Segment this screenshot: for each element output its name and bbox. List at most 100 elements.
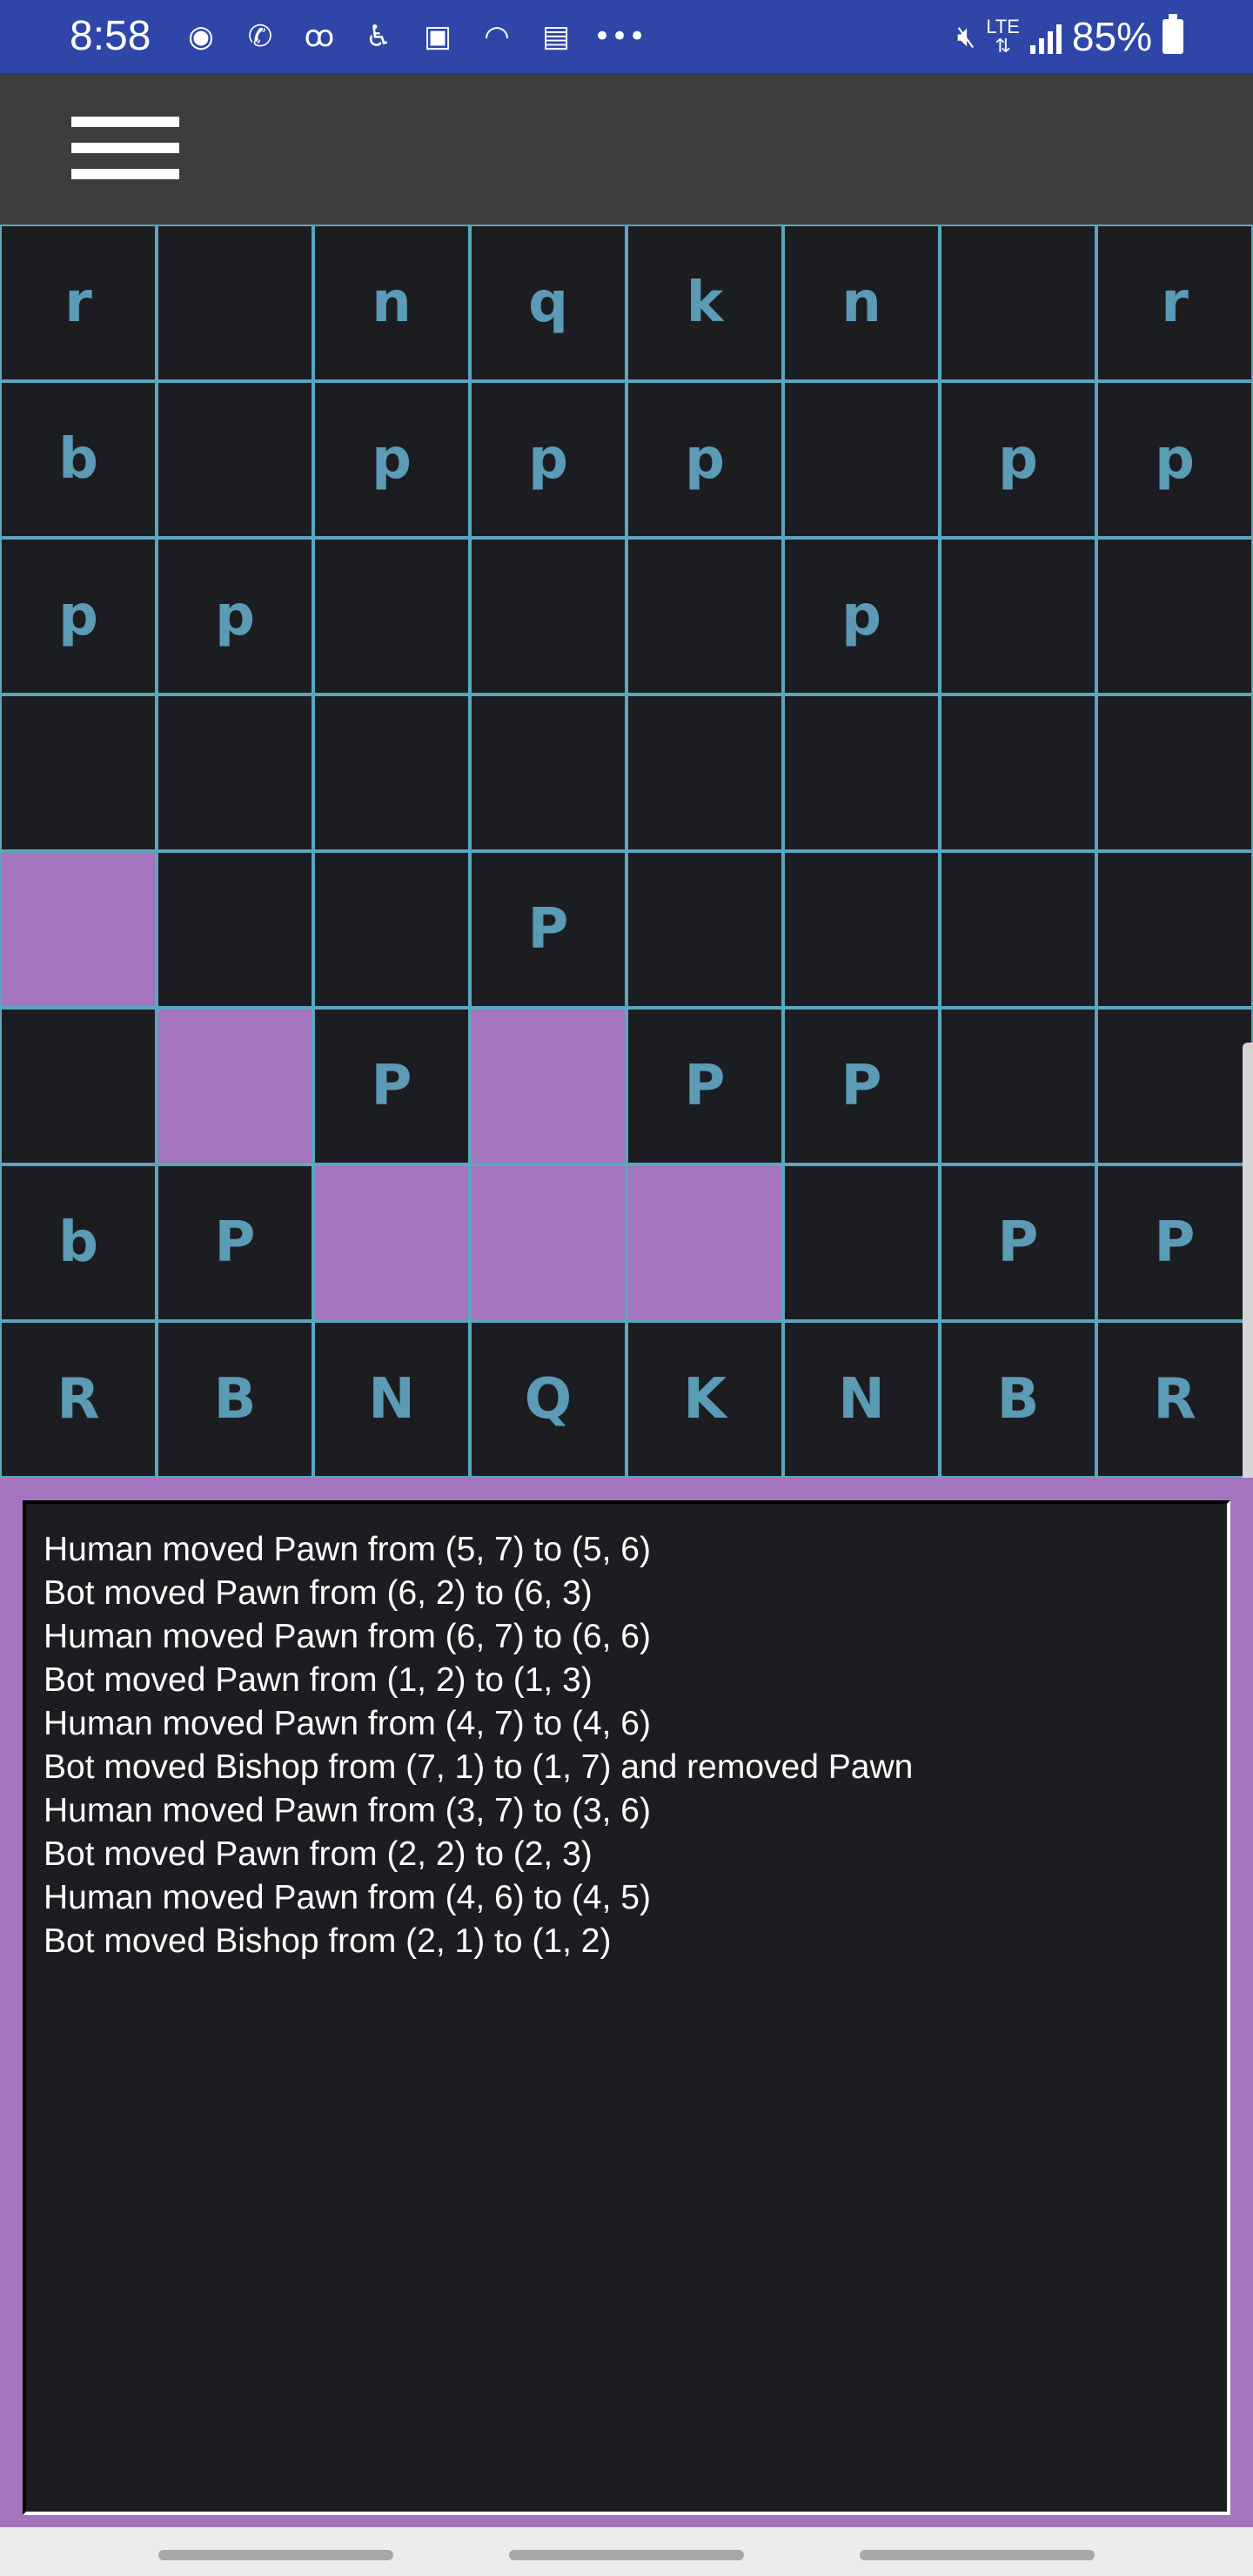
board-square[interactable]: [783, 694, 940, 851]
log-line: Human moved Pawn from (3, 7) to (3, 6): [44, 1792, 651, 1829]
board-square[interactable]: [783, 1164, 940, 1321]
board-square[interactable]: [470, 694, 626, 851]
chess-piece: P: [1154, 1211, 1196, 1275]
scrollbar[interactable]: [1243, 1043, 1253, 1530]
board-square[interactable]: [313, 538, 470, 694]
board-square[interactable]: N: [783, 1321, 940, 1478]
board-square[interactable]: [1096, 1008, 1253, 1164]
board-square[interactable]: R: [1096, 1321, 1253, 1478]
board-square[interactable]: [470, 1008, 626, 1164]
board-square[interactable]: Q: [470, 1321, 626, 1478]
board-square[interactable]: n: [313, 225, 470, 381]
chess-piece: r: [64, 271, 92, 335]
board-square[interactable]: P: [157, 1164, 313, 1321]
board-square[interactable]: p: [470, 381, 626, 538]
board-square[interactable]: [470, 538, 626, 694]
board-square[interactable]: N: [313, 1321, 470, 1478]
board-square[interactable]: n: [783, 225, 940, 381]
board-square[interactable]: [1096, 538, 1253, 694]
hamburger-menu-icon[interactable]: [71, 117, 179, 179]
log-line: Bot moved Bishop from (7, 1) to (1, 7) a…: [44, 1748, 914, 1786]
board-square[interactable]: [0, 1008, 157, 1164]
chess-piece: p: [998, 427, 1038, 492]
chess-piece: K: [683, 1367, 727, 1432]
navigation-bar: [0, 2527, 1253, 2576]
chess-piece: P: [997, 1211, 1039, 1275]
board-square[interactable]: [940, 694, 1096, 851]
board-square[interactable]: [470, 1164, 626, 1321]
whatsapp-icon: ✆: [247, 19, 273, 54]
mute-icon: 🔇︎: [956, 19, 976, 54]
board-square[interactable]: p: [313, 381, 470, 538]
board-square[interactable]: [157, 1008, 313, 1164]
chess-piece: r: [1161, 271, 1189, 335]
board-square[interactable]: p: [626, 381, 783, 538]
board-square[interactable]: [0, 851, 157, 1008]
status-time: 8:58: [70, 13, 151, 59]
board-square[interactable]: q: [470, 225, 626, 381]
board-square[interactable]: r: [1096, 225, 1253, 381]
board-square[interactable]: b: [0, 1164, 157, 1321]
chess-piece: B: [996, 1367, 1040, 1432]
board-square[interactable]: [313, 851, 470, 1008]
board-square[interactable]: [1096, 851, 1253, 1008]
board-square[interactable]: [157, 381, 313, 538]
chess-piece: b: [58, 1211, 98, 1275]
board-square[interactable]: P: [940, 1164, 1096, 1321]
board-square[interactable]: k: [626, 225, 783, 381]
chess-piece: P: [841, 1054, 882, 1118]
board-square[interactable]: [626, 538, 783, 694]
board-square[interactable]: [157, 225, 313, 381]
board-square[interactable]: P: [626, 1008, 783, 1164]
board-square[interactable]: [313, 694, 470, 851]
board-square[interactable]: [940, 1008, 1096, 1164]
board-square[interactable]: r: [0, 225, 157, 381]
board-square[interactable]: K: [626, 1321, 783, 1478]
nav-recents-button[interactable]: [158, 2550, 393, 2560]
log-line: Bot moved Pawn from (1, 2) to (1, 3): [44, 1661, 593, 1699]
board-square[interactable]: p: [0, 538, 157, 694]
board-square[interactable]: B: [940, 1321, 1096, 1478]
voicemail-icon: ꝏ: [304, 19, 335, 54]
board-square[interactable]: R: [0, 1321, 157, 1478]
signal-icon: [1029, 19, 1062, 54]
board-square[interactable]: [783, 851, 940, 1008]
board-square[interactable]: [626, 694, 783, 851]
board-square[interactable]: P: [783, 1008, 940, 1164]
chess-piece: R: [57, 1367, 100, 1432]
nav-home-button[interactable]: [509, 2550, 744, 2560]
chess-piece: N: [368, 1367, 415, 1432]
board-square[interactable]: P: [313, 1008, 470, 1164]
board-square[interactable]: P: [1096, 1164, 1253, 1321]
board-square[interactable]: [940, 225, 1096, 381]
board-square[interactable]: [940, 851, 1096, 1008]
chess-piece: p: [58, 584, 98, 648]
board-square[interactable]: [1096, 694, 1253, 851]
board-square[interactable]: P: [470, 851, 626, 1008]
board-square[interactable]: p: [157, 538, 313, 694]
board-square[interactable]: [783, 381, 940, 538]
board-square[interactable]: p: [940, 381, 1096, 538]
log-line: Human moved Pawn from (6, 7) to (6, 6): [44, 1618, 651, 1655]
board-square[interactable]: [626, 851, 783, 1008]
more-dots-icon: •••: [593, 19, 647, 54]
chess-piece: P: [527, 897, 569, 962]
move-log[interactable]: Human moved Pawn from (5, 7) to (5, 6) Bo…: [23, 1500, 1230, 2515]
battery-icon: [1163, 14, 1183, 54]
board-square[interactable]: [157, 694, 313, 851]
chess-piece: p: [685, 427, 725, 492]
app-toolbar: [0, 73, 1253, 225]
nav-back-button[interactable]: [860, 2550, 1095, 2560]
gallery-icon: ▣: [423, 19, 452, 54]
board-square[interactable]: [157, 851, 313, 1008]
chess-piece: k: [686, 271, 724, 335]
board-square[interactable]: [0, 694, 157, 851]
board-square[interactable]: b: [0, 381, 157, 538]
board-square[interactable]: [313, 1164, 470, 1321]
board-square[interactable]: B: [157, 1321, 313, 1478]
board-square[interactable]: [626, 1164, 783, 1321]
board-square[interactable]: [940, 538, 1096, 694]
chess-piece: Q: [524, 1367, 573, 1432]
board-square[interactable]: p: [1096, 381, 1253, 538]
board-square[interactable]: p: [783, 538, 940, 694]
